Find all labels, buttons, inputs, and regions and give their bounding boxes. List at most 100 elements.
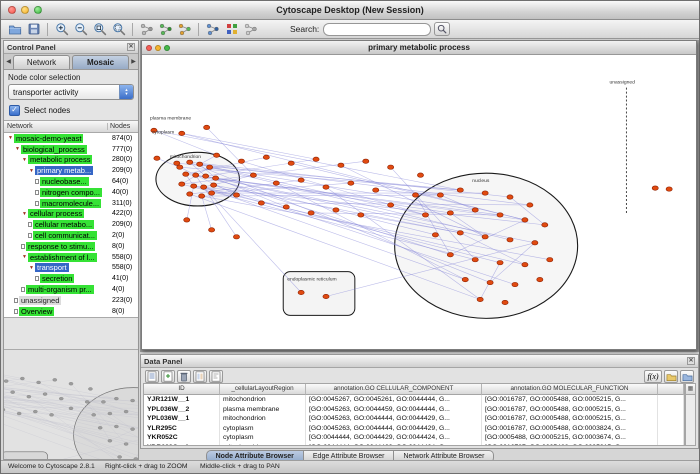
tree-row[interactable]: ▼establishment of l...558(0) bbox=[4, 252, 138, 263]
column-header[interactable]: _cellularLayoutRegion bbox=[220, 384, 306, 395]
network-node[interactable] bbox=[532, 241, 538, 245]
column-header[interactable]: annotation.GO MOLECULAR_FUNCTION bbox=[482, 384, 658, 395]
window-titlebar[interactable]: Cytoscape Desktop (New Session) bbox=[1, 1, 699, 20]
network-node[interactable] bbox=[283, 205, 289, 209]
network-node[interactable] bbox=[358, 213, 364, 217]
expander-icon[interactable]: ▼ bbox=[21, 157, 28, 163]
network-node[interactable] bbox=[213, 176, 219, 180]
destroy-network-icon[interactable] bbox=[138, 21, 155, 37]
tree-row[interactable]: ▼primary metab...209(0) bbox=[4, 165, 138, 176]
network-node[interactable] bbox=[207, 165, 213, 169]
network-node[interactable] bbox=[187, 160, 193, 164]
network-node[interactable] bbox=[179, 182, 185, 186]
network-node[interactable] bbox=[333, 208, 339, 212]
tree-row[interactable]: response to stimu...8(0) bbox=[4, 241, 138, 252]
tree-row[interactable]: secretion41(0) bbox=[4, 273, 138, 284]
network-node[interactable] bbox=[412, 193, 418, 197]
network-node[interactable] bbox=[388, 165, 394, 169]
expander-icon[interactable]: ▼ bbox=[28, 265, 35, 271]
tree-row[interactable]: nitrogen compo...40(0) bbox=[4, 187, 138, 198]
tree-row[interactable]: ▼metabolic process280(0) bbox=[4, 155, 138, 166]
network-node[interactable] bbox=[512, 282, 518, 286]
network-node[interactable] bbox=[323, 185, 329, 189]
tab-scroll-left-icon[interactable]: ◀ bbox=[5, 55, 12, 69]
network-node[interactable] bbox=[174, 161, 180, 165]
zoom-window-button[interactable] bbox=[34, 6, 42, 14]
network-node[interactable] bbox=[527, 203, 533, 207]
network-node[interactable] bbox=[373, 188, 379, 192]
network-node[interactable] bbox=[388, 203, 394, 207]
network-frame[interactable]: primary metabolic process plasma membran… bbox=[141, 40, 697, 350]
network-node[interactable] bbox=[201, 185, 207, 189]
network-node[interactable] bbox=[447, 211, 453, 215]
network-node[interactable] bbox=[497, 213, 503, 217]
match-attribute-icon[interactable] bbox=[193, 370, 207, 383]
attribute-batch-icon[interactable] bbox=[209, 370, 223, 383]
close-control-panel-button[interactable]: ✕ bbox=[127, 43, 135, 51]
network-node[interactable] bbox=[250, 173, 256, 177]
node-color-select[interactable]: transporter activity ▲▼ bbox=[8, 84, 134, 100]
table-row[interactable]: YPL036W__2plasma membrane[GO:0045263, GO… bbox=[144, 405, 684, 415]
network-node[interactable] bbox=[209, 228, 215, 232]
delete-attribute-icon[interactable] bbox=[177, 370, 191, 383]
network-node[interactable] bbox=[487, 280, 493, 284]
combo-arrows-icon[interactable]: ▲▼ bbox=[119, 85, 133, 99]
zoom-out-icon[interactable] bbox=[72, 21, 89, 37]
network-node[interactable] bbox=[437, 193, 443, 197]
network-node[interactable] bbox=[313, 157, 319, 161]
network-node[interactable] bbox=[507, 195, 513, 199]
network-node[interactable] bbox=[547, 258, 553, 262]
create-network-from-selection-icon[interactable] bbox=[157, 21, 174, 37]
network-node[interactable] bbox=[417, 173, 423, 177]
network-node[interactable] bbox=[258, 201, 264, 205]
network-node[interactable] bbox=[184, 218, 190, 222]
network-node[interactable] bbox=[507, 238, 513, 242]
network-node[interactable] bbox=[323, 294, 329, 298]
network-node[interactable] bbox=[199, 194, 205, 198]
table-row[interactable]: YKR052Ccytoplasm[GO:0044444, GO:0044429,… bbox=[144, 433, 684, 443]
tree-row[interactable]: cellular metabo...209(0) bbox=[4, 219, 138, 230]
tree-row[interactable]: ▼transport558(0) bbox=[4, 263, 138, 274]
select-nodes-checkbox[interactable]: ✓ bbox=[9, 105, 20, 116]
network-node[interactable] bbox=[204, 125, 210, 129]
network-node[interactable] bbox=[522, 262, 528, 266]
network-node[interactable] bbox=[238, 159, 244, 163]
network-node[interactable] bbox=[209, 191, 215, 195]
expander-icon[interactable]: ▼ bbox=[21, 254, 28, 260]
select-nodes-row[interactable]: ✓ Select nodes bbox=[4, 103, 138, 120]
network-node[interactable] bbox=[477, 297, 483, 301]
tree-row[interactable]: ▼mosaic-demo-yeast874(0) bbox=[4, 133, 138, 144]
tree-row[interactable]: multi-organism pr...4(0) bbox=[4, 284, 138, 295]
zoom-selected-icon[interactable] bbox=[91, 21, 108, 37]
network-node[interactable] bbox=[457, 188, 463, 192]
network-node[interactable] bbox=[482, 235, 488, 239]
open-attributes-icon[interactable] bbox=[680, 370, 694, 383]
close-window-button[interactable] bbox=[8, 6, 16, 14]
attribute-table[interactable]: ID_cellularLayoutRegionannotation.GO CEL… bbox=[143, 383, 685, 446]
table-row[interactable]: YPL036W__1mitochondrion[GO:0045263, GO:0… bbox=[144, 414, 684, 424]
tree-row[interactable]: ▼cellular process422(0) bbox=[4, 209, 138, 220]
network-node[interactable] bbox=[502, 300, 508, 304]
network-node[interactable] bbox=[187, 192, 193, 196]
column-header[interactable]: annotation.GO CELLULAR_COMPONENT bbox=[306, 384, 482, 395]
table-scrollbar[interactable]: ▦ bbox=[685, 383, 696, 446]
table-row[interactable]: YLR295Ccytoplasm[GO:0045263, GO:0044444,… bbox=[144, 424, 684, 434]
birdseye-navigator[interactable] bbox=[4, 349, 138, 459]
select-attributes-icon[interactable] bbox=[145, 370, 159, 383]
column-header[interactable]: ID bbox=[144, 384, 220, 395]
tab-network[interactable]: Network bbox=[13, 55, 70, 69]
network-node[interactable] bbox=[203, 174, 209, 178]
network-node[interactable] bbox=[432, 233, 438, 237]
network-node[interactable] bbox=[363, 159, 369, 163]
table-options-icon[interactable]: ▦ bbox=[686, 384, 695, 395]
expander-icon[interactable]: ▼ bbox=[28, 168, 35, 174]
network-node[interactable] bbox=[666, 187, 672, 191]
network-node[interactable] bbox=[214, 153, 220, 157]
column-header[interactable] bbox=[658, 384, 684, 395]
network-node[interactable] bbox=[422, 213, 428, 217]
tree-row[interactable]: ▼biological_process777(0) bbox=[4, 144, 138, 155]
tab-mosaic[interactable]: Mosaic bbox=[72, 55, 129, 69]
network-node[interactable] bbox=[191, 184, 197, 188]
network-node[interactable] bbox=[177, 165, 183, 169]
import-attributes-icon[interactable] bbox=[664, 370, 678, 383]
